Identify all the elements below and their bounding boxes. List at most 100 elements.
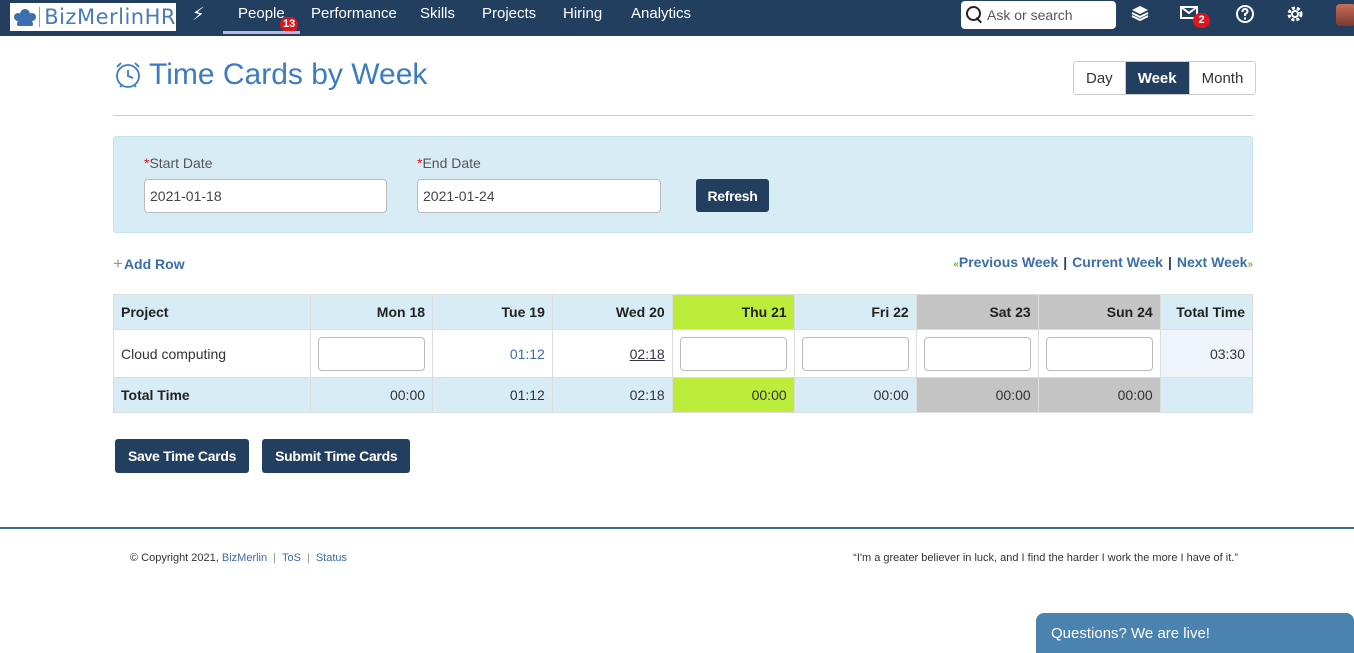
time-entry-link[interactable]: 01:12 [510, 346, 545, 362]
date-filter-panel: *Start Date *End Date Refresh [113, 136, 1253, 233]
time-entry-link[interactable]: 02:18 [630, 346, 665, 362]
logo[interactable]: BizMerlinHR [10, 3, 176, 31]
time-cell [1037, 329, 1161, 378]
project-name: Cloud computing [112, 329, 312, 378]
time-cell [793, 329, 917, 378]
time-input[interactable] [923, 336, 1031, 371]
mail-badge: 2 [1193, 13, 1210, 28]
action-buttons: Save Time Cards Submit Time Cards [115, 439, 411, 473]
add-row-link[interactable]: +Add Row [113, 254, 185, 274]
row-total: 03:30 [1159, 329, 1254, 378]
end-date-field[interactable] [417, 179, 661, 213]
top-nav: BizMerlinHR ⚡︎ People 13 Performance Ski… [0, 0, 1354, 36]
add-row-label: Add Row [123, 256, 185, 272]
timecard-table: Project Mon 18 Tue 19 Wed 20 Thu 21 Fri … [112, 294, 1254, 413]
day-total-weekend: 00:00 [1037, 377, 1161, 413]
day-total-weekend: 00:00 [915, 377, 1039, 413]
logo-separator [39, 7, 41, 27]
table-header-row: Project Mon 18 Tue 19 Wed 20 Thu 21 Fri … [112, 294, 1254, 330]
day-total-today: 00:00 [671, 377, 795, 413]
time-cell: 02:18 [551, 329, 673, 378]
day-total: 00:00 [310, 377, 434, 413]
refresh-button[interactable]: Refresh [696, 179, 769, 212]
tos-link[interactable]: ToS [282, 552, 301, 564]
settings-gear-icon[interactable] [1284, 4, 1306, 29]
separator: | [306, 552, 310, 564]
day-total: 02:18 [551, 377, 673, 413]
logo-text: BizMerlinHR [44, 5, 176, 29]
chevron-right-icon: » [1247, 259, 1253, 270]
time-cell [310, 329, 434, 378]
nav-label: Performance [311, 5, 397, 22]
layers-icon[interactable] [1129, 4, 1151, 27]
footer-divider [0, 527, 1354, 529]
people-logo-icon [14, 8, 36, 26]
copyright: © Copyright 2021, BizMerlin | ToS | Status [130, 552, 347, 564]
search-box[interactable] [961, 1, 1116, 29]
view-day-button[interactable]: Day [1074, 62, 1125, 94]
day-header: Mon 18 [310, 294, 434, 330]
nav-label: People [238, 5, 285, 22]
previous-week-link[interactable]: «Previous Week [953, 254, 1058, 270]
total-time-header: Total Time [1159, 294, 1254, 330]
bizmerlin-link[interactable]: BizMerlin [222, 552, 267, 564]
live-chat-widget[interactable]: Questions? We are live! [1036, 613, 1354, 653]
search-input[interactable] [987, 7, 1112, 23]
time-input[interactable] [801, 336, 909, 371]
nav-label: Analytics [631, 5, 692, 22]
day-total: 00:00 [793, 377, 917, 413]
nav-item-skills[interactable]: Skills [420, 0, 455, 36]
start-date-field[interactable] [144, 179, 387, 213]
day-header-weekend: Sat 23 [915, 294, 1039, 330]
nav-item-hiring[interactable]: Hiring [563, 0, 602, 36]
week-navigation: «Previous Week | Current Week | Next Week» [953, 254, 1253, 270]
day-total: 01:12 [432, 377, 553, 413]
time-input[interactable] [318, 336, 426, 371]
view-month-button[interactable]: Month [1188, 62, 1256, 94]
view-week-button[interactable]: Week [1124, 62, 1189, 94]
status-link[interactable]: Status [316, 552, 347, 564]
view-toggle: Day Week Month [1073, 61, 1257, 95]
time-cell [915, 329, 1039, 378]
nav-label: Projects [482, 5, 537, 22]
bolt-icon[interactable]: ⚡︎ [192, 4, 205, 25]
help-icon[interactable] [1234, 4, 1256, 29]
day-header: Tue 19 [432, 294, 553, 330]
nav-item-people[interactable]: People 13 [223, 0, 300, 36]
header-divider [113, 115, 1253, 116]
page-heading: Time Cards by Week [149, 58, 428, 91]
day-header: Fri 22 [793, 294, 917, 330]
total-time-label: Total Time [112, 377, 312, 413]
day-header: Wed 20 [551, 294, 673, 330]
separator: | [1167, 254, 1172, 270]
plus-icon: + [113, 254, 123, 273]
start-date-label: *Start Date [144, 155, 212, 171]
nav-label: Skills [420, 5, 456, 22]
separator: | [273, 552, 276, 564]
copyright-text: © Copyright 2021, [130, 552, 219, 564]
time-input[interactable] [1045, 336, 1153, 371]
page-title: Time Cards by Week [113, 58, 427, 92]
people-badge: 13 [280, 17, 299, 32]
start-date-label-text: Start Date [149, 155, 213, 171]
nav-item-analytics[interactable]: Analytics [631, 0, 691, 36]
current-week-link[interactable]: Current Week [1072, 254, 1163, 270]
submit-time-cards-button[interactable]: Submit Time Cards [262, 439, 411, 473]
time-cell [671, 329, 795, 378]
day-header-weekend: Sun 24 [1037, 294, 1161, 330]
footer-quote: “I'm a greater believer in luck, and I f… [853, 552, 1238, 564]
project-header: Project [112, 294, 312, 330]
user-avatar[interactable] [1336, 4, 1354, 26]
time-input[interactable] [679, 336, 787, 371]
separator: | [1063, 254, 1068, 270]
nav-item-projects[interactable]: Projects [482, 0, 536, 36]
search-icon [965, 5, 985, 25]
nav-item-performance[interactable]: Performance [311, 0, 397, 36]
alarm-clock-icon [113, 60, 143, 90]
grand-total-empty [1159, 377, 1254, 413]
end-date-label-text: End Date [422, 155, 481, 171]
day-header-today: Thu 21 [671, 294, 795, 330]
save-time-cards-button[interactable]: Save Time Cards [115, 439, 250, 473]
next-week-link[interactable]: Next Week» [1177, 254, 1253, 270]
table-row: Cloud computing 01:12 02:18 03:30 [112, 329, 1254, 378]
